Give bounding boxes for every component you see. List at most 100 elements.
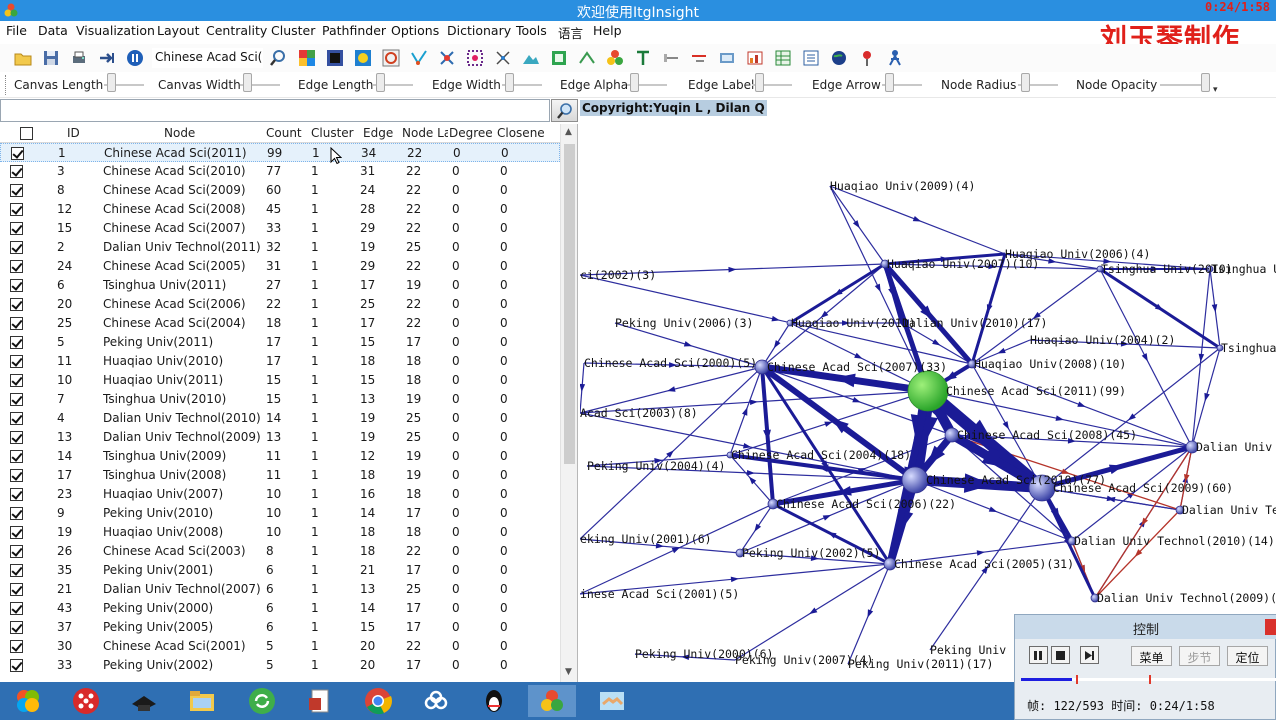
menu-layout[interactable]: Layout	[157, 23, 200, 38]
network-canvas[interactable]: Huaqiao Univ(2009)(4) Huaqiao Univ(2006)(…	[580, 99, 1276, 682]
image-icon[interactable]	[717, 48, 737, 68]
save-icon[interactable]	[41, 48, 61, 68]
zoom-icon[interactable]	[268, 48, 288, 68]
row-checkbox[interactable]	[10, 298, 23, 311]
print-icon[interactable]	[69, 48, 89, 68]
menu-file[interactable]: File	[6, 23, 27, 38]
cross-icon[interactable]	[493, 48, 513, 68]
menu-language[interactable]: 语言	[558, 23, 583, 42]
menu-centrality[interactable]: Centrality	[206, 23, 267, 38]
edge-icon[interactable]	[661, 48, 681, 68]
row-checkbox[interactable]	[10, 412, 23, 425]
row-checkbox[interactable]	[10, 317, 23, 330]
graph-node[interactable]	[901, 466, 929, 494]
table-icon[interactable]	[773, 48, 793, 68]
playback-progress[interactable]	[1021, 675, 1276, 684]
table-row[interactable]: 43 Peking Univ(2000) 6 1 14 17 0 0	[0, 599, 560, 618]
canvas-length-slider[interactable]	[107, 73, 116, 92]
table-row[interactable]: 13 Dalian Univ Technol(2009) 13 1 19 25 0 0	[0, 428, 560, 447]
folder-icon[interactable]	[178, 685, 226, 717]
search-input[interactable]	[0, 99, 550, 122]
table-row[interactable]: 25 Chinese Acad Sci(2004) 18 1 17 22 0 0	[0, 314, 560, 333]
table-row[interactable]: 35 Peking Univ(2001) 6 1 21 17 0 0	[0, 561, 560, 580]
row-checkbox[interactable]	[10, 450, 23, 463]
row-checkbox[interactable]	[10, 355, 23, 368]
rewind-button[interactable]	[1029, 646, 1048, 664]
row-checkbox[interactable]	[10, 184, 23, 197]
network-graph[interactable]: Huaqiao Univ(2009)(4)Huaqiao Univ(2006)(…	[580, 99, 1276, 682]
step-button[interactable]: 步节	[1179, 646, 1220, 666]
open-icon[interactable]	[13, 48, 33, 68]
row-checkbox[interactable]	[10, 165, 23, 178]
edge-width-slider[interactable]	[505, 73, 514, 92]
col-node-label[interactable]: Node La	[402, 126, 448, 140]
layout-icon[interactable]	[409, 48, 429, 68]
overflow-chevron-icon[interactable]: ▾	[1213, 85, 1218, 95]
mountain-icon[interactable]	[521, 48, 541, 68]
windows-icon[interactable]	[4, 685, 52, 717]
row-checkbox[interactable]	[11, 147, 24, 160]
table-row[interactable]: 6 Tsinghua Univ(2011) 27 1 17 19 0 0	[0, 276, 560, 295]
edge-alpha-slider[interactable]	[630, 73, 639, 92]
menu-options[interactable]: Options	[391, 23, 439, 38]
color-icon[interactable]	[297, 48, 317, 68]
table-row[interactable]: 33 Peking Univ(2002) 5 1 20 17 0 0	[0, 656, 560, 675]
table-row[interactable]: 26 Chinese Acad Sci(2003) 8 1 18 22 0 0	[0, 542, 560, 561]
qq-penguin-icon[interactable]	[470, 685, 518, 717]
handshake-icon[interactable]	[588, 685, 636, 717]
graph-node[interactable]	[907, 370, 949, 412]
row-checkbox[interactable]	[10, 640, 23, 653]
menu-tools[interactable]: Tools	[516, 23, 547, 38]
table-row[interactable]: 7 Tsinghua Univ(2010) 15 1 13 19 0 0	[0, 390, 560, 409]
chart-icon[interactable]	[745, 48, 765, 68]
locate-button[interactable]: 定位	[1227, 646, 1268, 666]
cloud-icon[interactable]	[412, 685, 460, 717]
play-button[interactable]	[1080, 646, 1099, 664]
chrome-icon[interactable]	[354, 685, 402, 717]
hat-icon[interactable]	[120, 685, 168, 717]
refresh-icon[interactable]	[238, 685, 286, 717]
col-id[interactable]: ID	[67, 126, 80, 140]
itginsight-icon[interactable]	[528, 685, 576, 717]
menu-help[interactable]: Help	[593, 23, 622, 38]
cluster-icon[interactable]	[605, 48, 625, 68]
table-row[interactable]: 8 Chinese Acad Sci(2009) 60 1 24 22 0 0	[0, 181, 560, 200]
edge-label-slider[interactable]	[755, 73, 764, 92]
row-checkbox[interactable]	[10, 374, 23, 387]
menu-data[interactable]: Data	[38, 23, 68, 38]
pause-icon[interactable]	[125, 48, 145, 68]
node-select-combo[interactable]: Chinese Acad Sci(2011)	[152, 48, 263, 68]
row-checkbox[interactable]	[10, 241, 23, 254]
col-cluster[interactable]: Cluster	[311, 126, 355, 140]
node-radius-slider[interactable]	[1021, 73, 1030, 92]
export-icon[interactable]	[97, 48, 117, 68]
row-checkbox[interactable]	[10, 488, 23, 501]
menu-button[interactable]: 菜单	[1131, 646, 1172, 666]
table-row[interactable]: 14 Tsinghua Univ(2009) 11 1 12 19 0 0	[0, 447, 560, 466]
table-row[interactable]: 12 Chinese Acad Sci(2008) 45 1 28 22 0 0	[0, 200, 560, 219]
node-opacity-slider[interactable]	[1201, 73, 1210, 92]
table-row[interactable]: 19 Huaqiao Univ(2008) 10 1 18 18 0 0	[0, 523, 560, 542]
row-checkbox[interactable]	[10, 659, 23, 672]
red-edge-icon[interactable]	[689, 48, 709, 68]
col-closeness[interactable]: Closene	[497, 126, 555, 140]
menu-dictionary[interactable]: Dictionary	[447, 23, 511, 38]
menu-visualization[interactable]: Visualization	[76, 23, 155, 38]
row-checkbox[interactable]	[10, 507, 23, 520]
person-icon[interactable]	[885, 48, 905, 68]
table-row[interactable]: 15 Chinese Acad Sci(2007) 33 1 29 22 0 0	[0, 219, 560, 238]
table-row[interactable]: 10 Huaqiao Univ(2011) 15 1 15 18 0 0	[0, 371, 560, 390]
menu-cluster[interactable]: Cluster	[271, 23, 315, 38]
table-row[interactable]: 17 Tsinghua Univ(2008) 11 1 18 19 0 0	[0, 466, 560, 485]
grid-icon[interactable]	[465, 48, 485, 68]
row-checkbox[interactable]	[10, 564, 23, 577]
table-row[interactable]: 5 Peking Univ(2011) 17 1 15 17 0 0	[0, 333, 560, 352]
table-row[interactable]: 37 Peking Univ(2005) 6 1 15 17 0 0	[0, 618, 560, 637]
row-checkbox[interactable]	[10, 279, 23, 292]
row-checkbox[interactable]	[10, 602, 23, 615]
col-edge[interactable]: Edge	[363, 126, 399, 140]
row-checkbox[interactable]	[10, 203, 23, 216]
edge-arrow-slider[interactable]	[885, 73, 894, 92]
list-icon[interactable]	[801, 48, 821, 68]
scroll-down-icon[interactable]: ▼	[565, 667, 572, 677]
